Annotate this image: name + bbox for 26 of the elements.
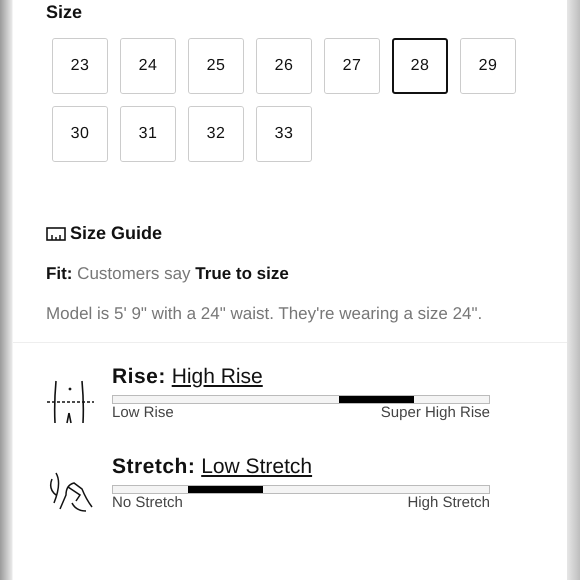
size-option[interactable]: 26	[256, 38, 312, 94]
ruler-icon	[46, 226, 66, 240]
scale-min-label: Low Rise	[112, 404, 174, 420]
attribute-value: High Rise	[172, 364, 263, 388]
size-option[interactable]: 29	[460, 38, 516, 94]
size-option[interactable]: 31	[120, 106, 176, 162]
model-note: Model is 5' 9" with a 24" waist. They're wearing a size 24".	[46, 302, 484, 324]
attribute-value: Low Stretch	[201, 454, 312, 478]
scale-max-label: High Stretch	[407, 494, 490, 510]
size-option[interactable]: 24	[120, 38, 176, 94]
fit-text: Customers say	[77, 264, 191, 283]
size-option[interactable]: 32	[188, 106, 244, 162]
attribute-label: Rise:	[112, 364, 166, 388]
fit-link[interactable]: True to size	[195, 264, 289, 283]
size-option[interactable]: 27	[324, 38, 380, 94]
size-option[interactable]: 23	[52, 38, 108, 94]
size-option[interactable]: 25	[188, 38, 244, 94]
fit-label: Fit:	[46, 264, 72, 283]
section-title: Size	[46, 1, 84, 23]
scale-max-label: Super High Rise	[380, 404, 490, 420]
size-guide-link[interactable]: Size Guide	[70, 220, 162, 247]
size-option[interactable]: 28	[392, 38, 448, 94]
size-option[interactable]: 33	[256, 106, 312, 162]
size-option[interactable]: 30	[52, 106, 108, 162]
attribute-label: Stretch:	[112, 454, 196, 478]
scale-min-label: No Stretch	[112, 494, 183, 510]
